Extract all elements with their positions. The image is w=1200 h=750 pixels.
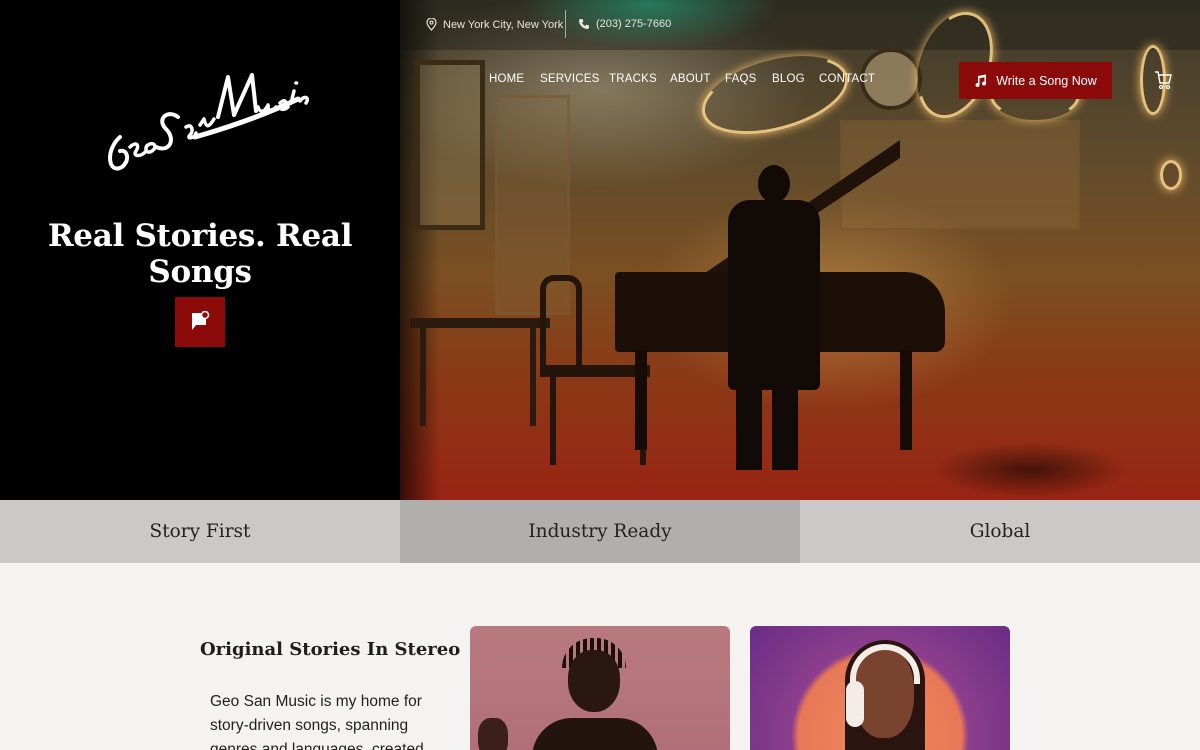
artist-card-1[interactable] — [470, 626, 730, 750]
topbar-location[interactable]: New York City, New York — [426, 18, 563, 31]
artist-card-2[interactable] — [750, 626, 1010, 750]
section-heading: Original Stories In Stereo — [200, 639, 461, 660]
pianist-silhouette — [728, 200, 820, 390]
brand-logo[interactable] — [100, 55, 310, 180]
phone-icon — [579, 19, 589, 29]
topbar-phone[interactable]: (203) 275-7660 — [578, 18, 671, 30]
nav-blog[interactable]: BLOG — [772, 73, 805, 85]
cart-icon — [1155, 71, 1172, 90]
feature-industry-ready[interactable]: Industry Ready — [400, 500, 800, 563]
intro-section: Original Stories In Stereo Geo San Music… — [0, 563, 1200, 750]
chat-button[interactable] — [175, 297, 225, 347]
artist-body — [532, 718, 658, 750]
music-note-icon — [975, 74, 987, 87]
light-streak — [693, 41, 857, 149]
artist-hand — [478, 718, 508, 750]
chair-seat — [540, 365, 650, 377]
feature-global[interactable]: Global — [800, 500, 1200, 563]
chat-flag-icon — [192, 311, 210, 330]
write-song-button[interactable]: Write a Song Now — [959, 62, 1112, 99]
write-song-label: Write a Song Now — [996, 73, 1097, 88]
table-leg — [420, 326, 426, 426]
nav-contact[interactable]: CONTACT — [819, 73, 875, 85]
nav-faqs[interactable]: FAQS — [725, 73, 756, 85]
nav-tracks[interactable]: TRACKS — [609, 73, 657, 85]
location-text: New York City, New York — [443, 18, 564, 31]
nav-home[interactable]: HOME — [489, 73, 524, 85]
nav-about[interactable]: ABOUT — [670, 73, 711, 85]
cart-button[interactable] — [1154, 70, 1172, 90]
nav-services[interactable]: SERVICES — [540, 73, 600, 85]
feature-story-first[interactable]: Story First — [0, 500, 400, 563]
artist-portrait — [568, 650, 620, 712]
hero-section: Real Stories. Real Songs New York City, … — [0, 0, 1200, 500]
page: Real Stories. Real Songs New York City, … — [0, 0, 1200, 750]
cabinets — [840, 120, 1080, 230]
logo-script-icon — [108, 73, 310, 171]
hero-title: Real Stories. Real Songs — [47, 218, 353, 290]
table-leg — [530, 326, 536, 426]
light-streak — [1160, 160, 1182, 190]
piano-leg — [900, 350, 912, 450]
feature-strip: Story First Industry Ready Global — [0, 500, 1200, 563]
wall-mirror — [415, 60, 485, 230]
pianist-leg — [736, 385, 762, 470]
headphone-earcup — [846, 681, 864, 727]
chair — [540, 275, 582, 375]
piano-leg — [635, 350, 647, 450]
topbar-divider — [565, 10, 566, 38]
section-body: Geo San Music is my home for story-drive… — [210, 693, 424, 750]
pianist-head — [758, 165, 790, 203]
side-table — [410, 318, 550, 328]
phone-text: (203) 275-7660 — [596, 18, 672, 30]
pianist-leg — [772, 385, 798, 470]
hero-left-panel: Real Stories. Real Songs — [0, 0, 400, 500]
chair-leg — [550, 375, 556, 465]
map-pin-icon — [426, 18, 437, 31]
